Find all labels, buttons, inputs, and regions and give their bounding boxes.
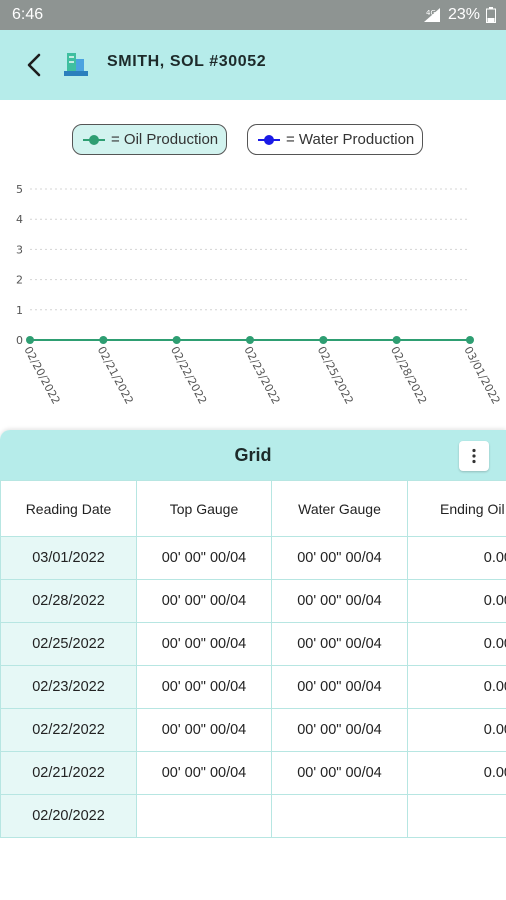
data-point <box>319 336 328 344</box>
status-time: 6:46 <box>12 6 44 23</box>
cell-ending-oil <box>407 794 506 838</box>
y-tick-label: 0 <box>16 334 23 347</box>
legend-water-label: = Water Production <box>286 131 415 148</box>
cell-reading-date: 02/20/2022 <box>0 794 137 838</box>
y-tick-label: 5 <box>16 183 23 196</box>
data-point <box>172 336 181 344</box>
y-tick-label: 4 <box>16 213 23 226</box>
x-tick-label: 03/01/2022 <box>461 344 502 406</box>
battery-percent: 23% <box>447 6 480 23</box>
cell-water-gauge: 00' 00" 00/04 <box>271 751 408 795</box>
cell-top-gauge: 00' 00" 00/04 <box>136 536 272 580</box>
table-row[interactable]: 02/25/2022 00' 00" 00/04 00' 00" 00/04 0… <box>0 622 506 666</box>
x-tick-label: 02/20/2022 <box>21 344 62 406</box>
cell-reading-date: 02/22/2022 <box>0 708 137 752</box>
cell-reading-date: 02/25/2022 <box>0 622 137 666</box>
well-tank-icon <box>64 53 88 76</box>
signal-icon: 4G <box>423 8 440 22</box>
cell-reading-date: 03/01/2022 <box>0 536 137 580</box>
cell-top-gauge: 00' 00" 00/04 <box>136 579 272 623</box>
x-tick-label: 02/21/2022 <box>95 344 136 406</box>
column-header-top-gauge[interactable]: Top Gauge <box>136 480 272 537</box>
cell-water-gauge: 00' 00" 00/04 <box>271 665 408 709</box>
legend-oil-production[interactable]: = Oil Production <box>72 124 228 155</box>
y-tick-label: 3 <box>16 243 23 256</box>
cell-ending-oil: 0.00 <box>407 665 506 709</box>
data-point <box>246 336 254 344</box>
cell-top-gauge: 00' 00" 00/04 <box>136 665 272 709</box>
production-chart: 0 1 2 3 4 5 02/20/2022 02/21/2022 02/22/2022 02/2… <box>16 183 503 406</box>
data-point <box>466 336 474 344</box>
column-header-water-gauge[interactable]: Water Gauge <box>271 480 408 537</box>
legend-oil-label: = Oil Production <box>111 131 219 148</box>
back-button[interactable] <box>18 49 50 81</box>
grid-header: Grid <box>0 430 506 480</box>
battery-icon <box>486 7 496 23</box>
arrow-back-icon <box>27 53 41 77</box>
status-bar: 6:46 4G 23% <box>0 0 506 30</box>
cell-ending-oil: 0.00 <box>407 536 506 580</box>
x-tick-label: 02/22/2022 <box>168 344 209 406</box>
cell-water-gauge <box>271 794 408 838</box>
cell-water-gauge: 00' 00" 00/04 <box>271 579 408 623</box>
table-row[interactable]: 03/01/2022 00' 00" 00/04 00' 00" 00/04 0… <box>0 536 506 580</box>
grid-menu-button[interactable] <box>459 441 489 471</box>
x-tick-label: 02/28/2022 <box>388 344 429 406</box>
table-row[interactable]: 02/20/2022 <box>0 794 506 838</box>
cell-top-gauge: 00' 00" 00/04 <box>136 622 272 666</box>
data-point <box>392 336 401 344</box>
cell-top-gauge: 00' 00" 00/04 <box>136 751 272 795</box>
cell-water-gauge: 00' 00" 00/04 <box>271 622 408 666</box>
cell-water-gauge: 00' 00" 00/04 <box>271 536 408 580</box>
data-point <box>26 336 34 344</box>
cell-ending-oil: 0.00 <box>407 579 506 623</box>
readings-table: Reading Date Top Gauge Water Gauge Endin… <box>0 480 506 838</box>
y-tick-label: 2 <box>16 274 23 287</box>
table-row[interactable]: 02/21/2022 00' 00" 00/04 00' 00" 00/04 0… <box>0 751 506 795</box>
table-row[interactable]: 02/23/2022 00' 00" 00/04 00' 00" 00/04 0… <box>0 665 506 709</box>
grid-title: Grid <box>234 445 272 465</box>
water-series-marker-icon <box>258 134 280 145</box>
table-row[interactable]: 02/22/2022 00' 00" 00/04 00' 00" 00/04 0… <box>0 708 506 752</box>
table-row[interactable]: 02/28/2022 00' 00" 00/04 00' 00" 00/04 0… <box>0 579 506 623</box>
oil-series-marker-icon <box>83 134 105 145</box>
cell-reading-date: 02/21/2022 <box>0 751 137 795</box>
grid-panel: Grid Reading Date Top Gauge Water Gauge … <box>0 430 506 900</box>
y-tick-label: 1 <box>16 304 23 317</box>
column-header-ending-oil[interactable]: Ending Oil <box>407 480 506 537</box>
cell-ending-oil: 0.00 <box>407 622 506 666</box>
x-tick-label: 02/25/2022 <box>315 344 356 406</box>
cell-top-gauge: 00' 00" 00/04 <box>136 708 272 752</box>
cell-ending-oil: 0.00 <box>407 708 506 752</box>
cell-reading-date: 02/23/2022 <box>0 665 137 709</box>
legend-water-production[interactable]: = Water Production <box>247 124 424 155</box>
table-header-row: Reading Date Top Gauge Water Gauge Endin… <box>0 480 506 537</box>
cell-ending-oil: 0.00 <box>407 751 506 795</box>
cell-reading-date: 02/28/2022 <box>0 579 137 623</box>
cell-top-gauge <box>136 794 272 838</box>
column-header-reading-date[interactable]: Reading Date <box>0 480 137 537</box>
app-bar: SMITH, SOL #30052 <box>0 30 506 100</box>
page-title: SMITH, SOL #30052 <box>107 53 267 70</box>
svg-text:4G: 4G <box>426 9 436 17</box>
x-tick-label: 02/23/2022 <box>241 344 282 406</box>
cell-water-gauge: 00' 00" 00/04 <box>271 708 408 752</box>
status-icons: 4G 23% <box>422 6 496 24</box>
data-point <box>99 336 108 344</box>
more-vertical-icon <box>472 448 476 464</box>
